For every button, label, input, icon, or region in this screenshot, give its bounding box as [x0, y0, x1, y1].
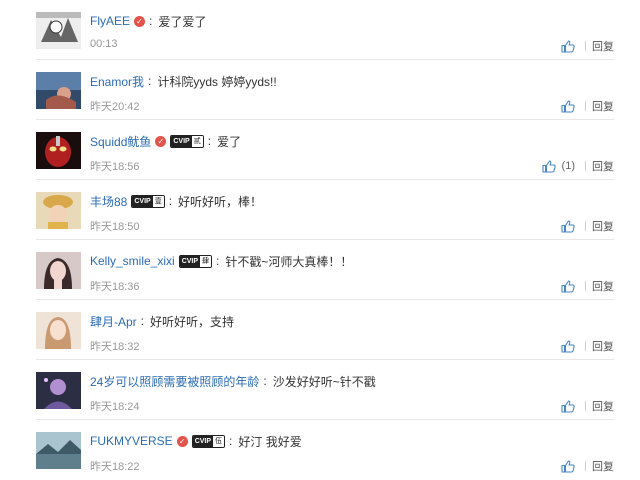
comment-item: Kelly_smile_xixi CVIP 肆 : 针不戳~河师大真棒！！ 昨天1…	[0, 240, 640, 300]
username-link[interactable]: 肆月-Apr	[90, 313, 137, 330]
comment-item: 肆月-Apr : 好听好听，支持 昨天18:32 回复	[0, 300, 640, 360]
comment-header: Squidd鱿鱼 ✓ CVIP 贰 : 爱了	[90, 133, 242, 150]
divider	[585, 41, 586, 51]
comment-actions: 回复	[561, 278, 614, 294]
avatar[interactable]	[36, 12, 81, 49]
divider	[585, 221, 586, 231]
comment-text: 计科院yyds 婷婷yyds!!	[157, 74, 277, 89]
thumbs-up-icon[interactable]	[561, 339, 575, 353]
comment-text: 好听好听，棒！	[178, 194, 263, 209]
comment-item: 24岁可以照顾需要被照顾的年龄 : 沙发好好听~针不戳 昨天18:24 回复	[0, 360, 640, 420]
comment-header: 肆月-Apr : 好听好听，支持	[90, 313, 235, 330]
comment-time: 昨天18:56	[90, 161, 140, 173]
comment-item: Squidd鱿鱼 ✓ CVIP 贰 : 爱了 昨天18:56 (1) 回复	[0, 120, 640, 180]
vip-badge: CVIP 肆	[178, 254, 213, 268]
thumbs-up-icon[interactable]	[561, 279, 575, 293]
reply-button[interactable]: 回复	[592, 458, 614, 474]
vip-badge: CVIP 贰	[170, 134, 204, 148]
verified-icon: ✓	[176, 435, 188, 447]
thumbs-up-icon[interactable]	[541, 159, 556, 173]
avatar[interactable]	[36, 432, 81, 469]
comment-time: 昨天18:24	[90, 401, 140, 413]
comment-actions: 回复	[561, 98, 614, 114]
avatar[interactable]	[36, 72, 81, 109]
username-link[interactable]: FUKMYVERSE	[90, 434, 173, 448]
username-link[interactable]: FlyAEE	[90, 14, 130, 28]
comment-text: 沙发好好听~针不戳	[272, 374, 376, 389]
comment-time: 昨天18:32	[90, 341, 140, 353]
comment-item: 丰场88 CVIP 壹 : 好听好听，棒！ 昨天18:50 回复	[0, 180, 640, 240]
comment-actions: (1) 回复	[541, 158, 614, 174]
reply-button[interactable]: 回复	[592, 38, 614, 54]
comment-time: 00:13	[90, 38, 118, 50]
vip-badge: CVIP 壹	[131, 194, 165, 208]
divider	[585, 461, 586, 471]
comment-time: 昨天18:36	[90, 281, 140, 293]
comment-actions: 回复	[561, 38, 614, 54]
reply-button[interactable]: 回复	[592, 338, 614, 354]
comment-actions: 回复	[561, 338, 614, 354]
divider	[585, 281, 586, 291]
comment-text: 好汀 我好爱	[238, 434, 302, 449]
comment-time: 昨天20:42	[90, 101, 140, 113]
like-count: (1)	[561, 160, 575, 172]
thumbs-up-icon[interactable]	[561, 399, 575, 413]
comment-item: FUKMYVERSE ✓ CVIP 伍 : 好汀 我好爱 昨天18:22 回复	[0, 420, 640, 480]
comment-item: Enamor我 : 计科院yyds 婷婷yyds!! 昨天20:42 回复	[0, 60, 640, 120]
comment-text: 爱了	[217, 134, 242, 149]
avatar[interactable]	[36, 372, 81, 409]
username-link[interactable]: Squidd鱿鱼	[90, 133, 151, 150]
avatar[interactable]	[36, 192, 81, 229]
reply-button[interactable]: 回复	[592, 98, 614, 114]
verified-icon: ✓	[134, 15, 146, 27]
divider	[585, 161, 586, 171]
vip-badge: CVIP 伍	[191, 434, 226, 448]
username-link[interactable]: 24岁可以照顾需要被照顾的年龄	[90, 373, 259, 390]
comment-header: FlyAEE ✓ : 爱了爱了	[90, 14, 207, 29]
username-link[interactable]: 丰场88	[90, 193, 127, 210]
thumbs-up-icon[interactable]	[561, 459, 575, 473]
reply-button[interactable]: 回复	[592, 158, 614, 174]
divider	[585, 401, 586, 411]
comment-header: Kelly_smile_xixi CVIP 肆 : 针不戳~河师大真棒！！	[90, 254, 353, 269]
reply-button[interactable]: 回复	[592, 278, 614, 294]
username-link[interactable]: Enamor我	[90, 73, 144, 90]
comment-header: 丰场88 CVIP 壹 : 好听好听，棒！	[90, 193, 263, 210]
comment-text: 针不戳~河师大真棒！！	[225, 254, 353, 269]
thumbs-up-icon[interactable]	[561, 219, 575, 233]
comment-actions: 回复	[561, 458, 614, 474]
thumbs-up-icon[interactable]	[561, 39, 575, 53]
divider	[585, 101, 586, 111]
avatar[interactable]	[36, 132, 81, 169]
reply-button[interactable]: 回复	[592, 398, 614, 414]
comment-time: 昨天18:50	[90, 221, 140, 233]
comment-header: Enamor我 : 计科院yyds 婷婷yyds!!	[90, 73, 277, 90]
comment-actions: 回复	[561, 398, 614, 414]
comment-item: FlyAEE ✓ : 爱了爱了 00:13 回复	[0, 0, 640, 60]
reply-button[interactable]: 回复	[592, 218, 614, 234]
comment-text: 爱了爱了	[158, 14, 207, 29]
divider	[585, 341, 586, 351]
comment-time: 昨天18:22	[90, 461, 140, 473]
comment-actions: 回复	[561, 218, 614, 234]
comment-text: 好听好听，支持	[150, 314, 235, 329]
comment-header: 24岁可以照顾需要被照顾的年龄 : 沙发好好听~针不戳	[90, 373, 376, 390]
avatar[interactable]	[36, 252, 81, 289]
thumbs-up-icon[interactable]	[561, 99, 575, 113]
avatar[interactable]	[36, 312, 81, 349]
comment-header: FUKMYVERSE ✓ CVIP 伍 : 好汀 我好爱	[90, 434, 302, 449]
verified-icon: ✓	[155, 135, 167, 147]
username-link[interactable]: Kelly_smile_xixi	[90, 254, 175, 268]
